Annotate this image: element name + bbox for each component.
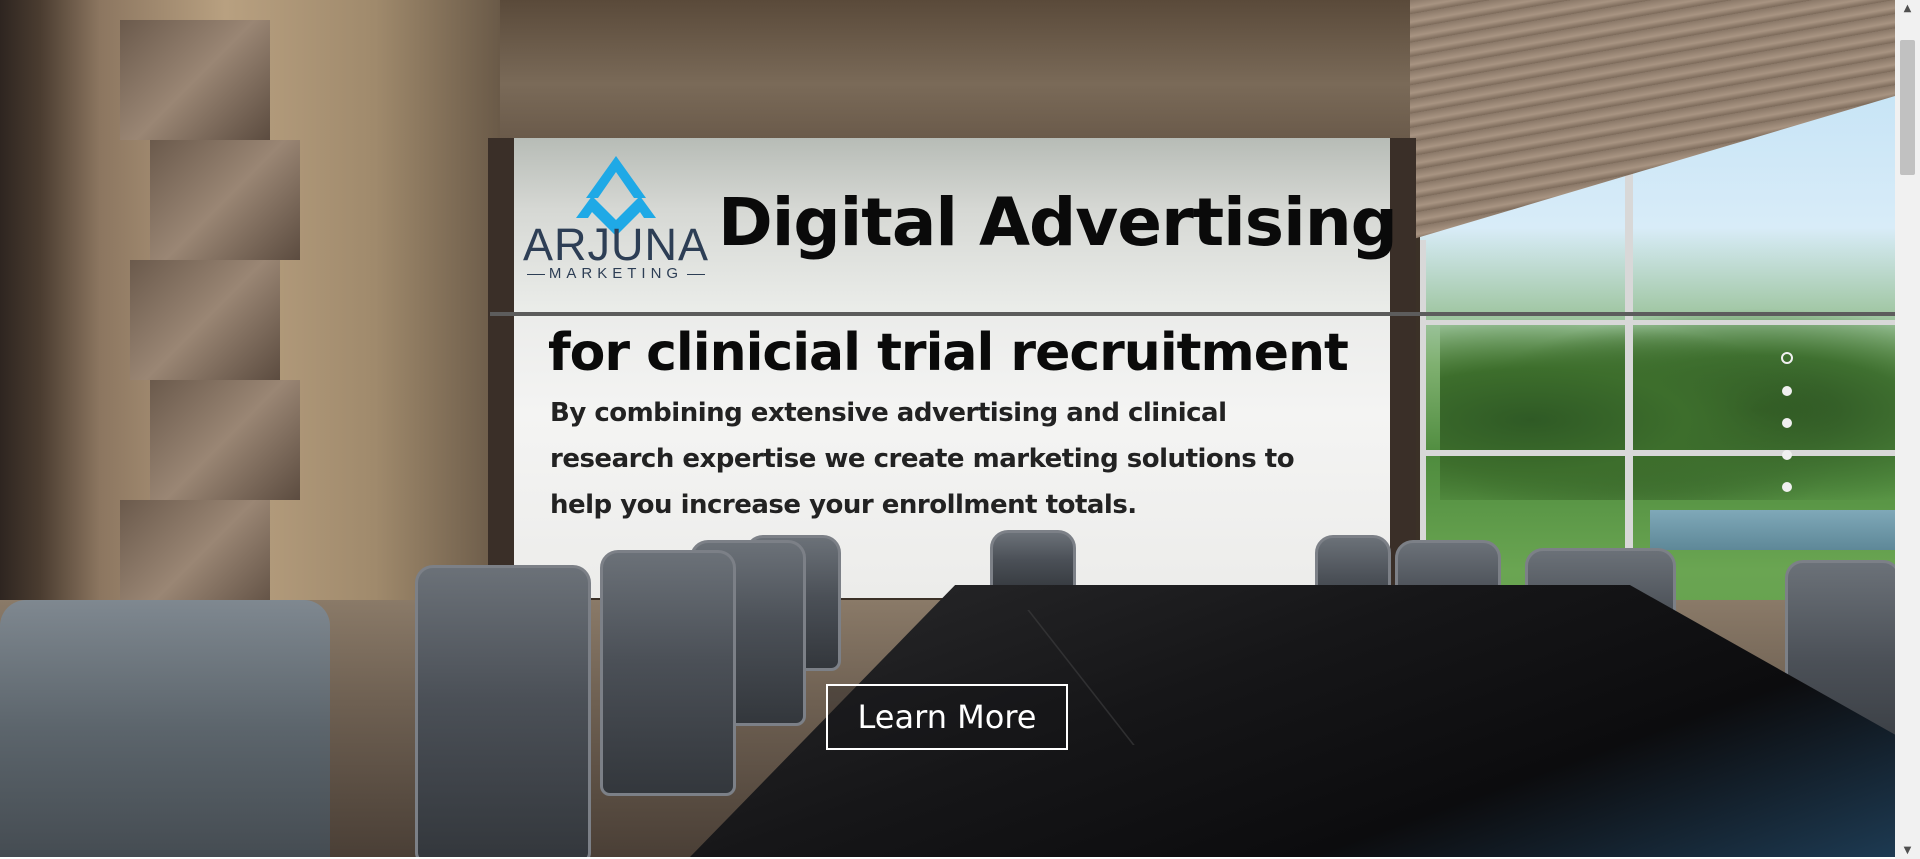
slider-dot-1[interactable] (1781, 352, 1793, 364)
hero-section: ARJUNA MARKETING Digital Advertising for… (0, 0, 1895, 857)
background-water (1650, 510, 1895, 550)
page-scrollbar[interactable]: ▲ ▼ (1895, 0, 1920, 859)
window-mullion (1420, 450, 1895, 456)
logo-tagline: MARKETING (520, 266, 712, 281)
slider-pagination (1781, 352, 1797, 514)
chevron-up-icon[interactable]: ▲ (1895, 0, 1920, 17)
chair (415, 565, 591, 857)
logo-wordmark: ARJUNA (522, 219, 710, 270)
chair (600, 550, 736, 796)
slider-dot-5[interactable] (1782, 482, 1792, 492)
learn-more-button[interactable]: Learn More (826, 684, 1068, 750)
scrollbar-thumb[interactable] (1900, 40, 1915, 175)
slider-dot-3[interactable] (1782, 418, 1792, 428)
chair (0, 600, 330, 857)
hero-body-text: By combining extensive advertising and c… (550, 398, 1295, 520)
background-rail (490, 312, 1895, 316)
background-trees (1440, 300, 1895, 500)
slider-dot-4[interactable] (1782, 450, 1792, 460)
slider-dot-2[interactable] (1782, 386, 1792, 396)
chevron-down-icon[interactable]: ▼ (1895, 842, 1920, 859)
hero-headline: Digital Advertising (718, 184, 1398, 261)
window-mullion (1420, 320, 1895, 325)
hero-subheadline: for clinicial trial recruitment (548, 323, 1349, 383)
